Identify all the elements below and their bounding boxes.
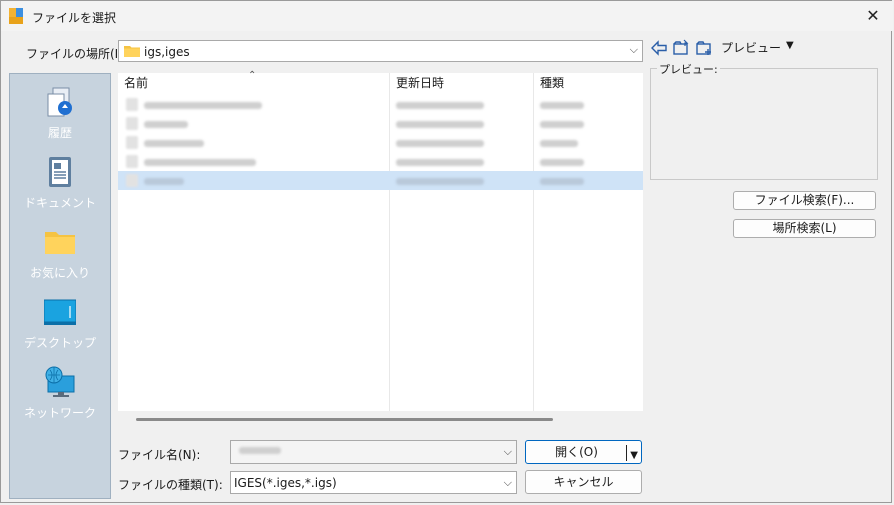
filename-label: ファイル名(N): xyxy=(118,448,201,462)
place-network[interactable]: ネットワーク xyxy=(10,366,110,421)
open-button[interactable]: 開く(O) ▼ xyxy=(525,440,642,464)
filetype-value: IGES(*.iges,*.igs) xyxy=(234,476,337,490)
filename-input[interactable]: ⌵ xyxy=(230,440,517,464)
file-list[interactable]: ⌃ 名前 更新日時 種類 xyxy=(118,70,643,411)
file-icon xyxy=(126,117,138,130)
preview-menu[interactable]: プレビュー xyxy=(721,39,781,56)
places-bar: 履歴 ドキュメント お気に入り デスクトップ ネットワーク xyxy=(9,73,111,499)
file-row[interactable] xyxy=(118,133,643,152)
place-label: ネットワーク xyxy=(23,406,96,420)
chevron-down-icon: ⌵ xyxy=(503,445,512,458)
place-history[interactable]: 履歴 xyxy=(10,86,110,141)
chevron-down-icon: ⌵ xyxy=(629,43,638,56)
filetype-select[interactable]: IGES(*.iges,*.igs) ⌵ xyxy=(230,471,517,494)
column-header-modified[interactable]: 更新日時 xyxy=(390,73,533,93)
place-documents[interactable]: ドキュメント xyxy=(10,156,110,211)
place-desktop[interactable]: デスクトップ xyxy=(10,296,110,351)
file-icon xyxy=(126,155,138,168)
preview-pane xyxy=(650,68,878,180)
file-row[interactable] xyxy=(118,95,643,114)
location-label: ファイルの場所(I): xyxy=(26,47,127,61)
preview-group-label: プレビュー: xyxy=(657,61,720,77)
file-icon xyxy=(126,136,138,149)
column-header-name[interactable]: 名前 xyxy=(118,73,389,93)
file-icon xyxy=(126,174,138,187)
location-value: igs,iges xyxy=(144,45,190,59)
documents-icon xyxy=(49,157,71,187)
window-title: ファイルを選択 xyxy=(32,11,117,25)
back-arrow-icon[interactable] xyxy=(650,39,668,57)
network-icon xyxy=(45,366,75,397)
title-bar[interactable]: ファイルを選択 ✕ xyxy=(1,1,893,31)
new-folder-icon[interactable] xyxy=(695,39,713,57)
preview-dropdown-icon[interactable]: ▼ xyxy=(786,40,794,51)
file-row[interactable] xyxy=(118,114,643,133)
file-open-dialog: ファイルを選択 ✕ ファイルの場所(I): igs,iges ⌵ プレビュー ▼… xyxy=(0,0,893,503)
column-header-type[interactable]: 種類 xyxy=(534,73,643,93)
file-row-selected[interactable] xyxy=(118,171,643,190)
place-label: ドキュメント xyxy=(23,196,96,210)
location-search-button[interactable]: 場所検索(L) xyxy=(733,219,876,238)
place-favorites[interactable]: お気に入り xyxy=(10,226,110,281)
file-row[interactable] xyxy=(118,152,643,171)
app-icon xyxy=(9,8,23,24)
history-icon xyxy=(47,87,72,117)
horizontal-scrollbar[interactable] xyxy=(136,418,553,421)
desktop-icon xyxy=(44,299,76,325)
close-button[interactable]: ✕ xyxy=(859,4,887,28)
open-button-label: 開く(O) xyxy=(555,445,598,459)
favorites-folder-icon xyxy=(45,232,75,254)
cancel-button[interactable]: キャンセル xyxy=(525,470,642,494)
split-divider xyxy=(626,445,627,461)
filetype-label: ファイルの種類(T): xyxy=(118,478,223,492)
place-label: デスクトップ xyxy=(23,336,96,350)
up-folder-icon[interactable] xyxy=(672,39,690,57)
place-label: 履歴 xyxy=(47,126,72,140)
place-label: お気に入り xyxy=(29,266,90,280)
location-combo[interactable]: igs,iges ⌵ xyxy=(118,40,643,62)
folder-icon xyxy=(124,46,140,57)
dropdown-arrow-icon[interactable]: ▼ xyxy=(630,445,638,467)
file-icon xyxy=(126,98,138,111)
chevron-down-icon: ⌵ xyxy=(503,476,512,489)
file-search-button[interactable]: ファイル検索(F)... xyxy=(733,191,876,210)
